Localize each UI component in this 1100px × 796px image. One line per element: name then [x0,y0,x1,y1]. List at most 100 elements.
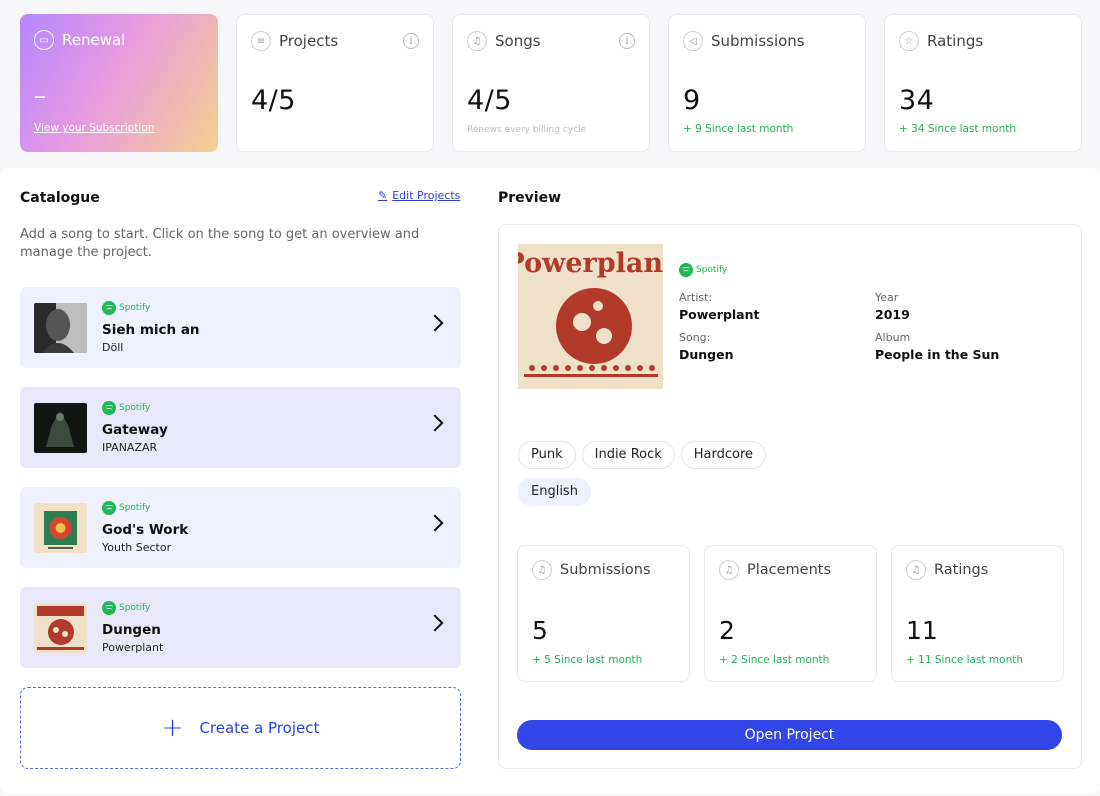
songs-value: 4/5 [467,85,512,116]
renewal-card[interactable]: ▭ Renewal – View your Subscription [20,14,218,152]
spotify-icon [102,401,116,415]
document-icon: ≡ [251,31,271,51]
ratings-label: Ratings [927,32,984,50]
preview-panel: Powerplant Spotify Artist: Powerplant So… [498,224,1082,769]
song-title: God's Work [102,522,189,538]
song-title: Sieh mich an [102,322,200,338]
song-title: Dungen [102,622,161,638]
artist-value: Powerplant [679,307,760,322]
star-icon: ☆ [899,31,919,51]
song-item-sieh-mich-an[interactable]: Spotify Sieh mich an Döll [20,287,461,368]
song-placements-card: ♫ Placements 2 + 2 Since last month [704,545,877,682]
spotify-badge: Spotify [102,401,150,415]
album-cover [34,303,87,353]
year-value: 2019 [875,307,910,322]
song-item-gods-work[interactable]: Spotify God's Work Youth Sector [20,487,461,568]
main-panel: Catalogue ✎ Edit Projects Add a song to … [0,168,1100,794]
stat-label: Placements [747,562,832,578]
info-icon[interactable]: i [403,33,419,49]
artist-label: Artist: [679,291,713,304]
plus-icon: + [161,713,184,743]
stat-change: + 11 Since last month [906,654,1023,666]
pencil-icon: ✎ [378,189,388,202]
genre-tags: Punk Indie Rock Hardcore English [518,441,818,515]
album-cover-large: Powerplant [518,244,663,389]
language-tag: English [518,478,591,506]
stat-value: 5 [532,616,548,645]
ratings-change: + 34 Since last month [899,123,1016,135]
song-title: Gateway [102,422,168,438]
projects-label: Projects [279,32,339,50]
spotify-badge: Spotify [102,301,150,315]
submissions-value: 9 [683,85,701,116]
song-stats-row: ♫ Submissions 5 + 5 Since last month ♫ P… [517,545,1064,682]
album-cover [34,503,87,553]
chevron-right-icon [426,314,444,332]
submissions-label: Submissions [711,32,805,50]
info-icon[interactable]: i [619,33,635,49]
song-submissions-card: ♫ Submissions 5 + 5 Since last month [517,545,690,682]
song-artist: Döll [102,341,124,354]
catalogue-description: Add a song to start. Click on the song t… [20,227,420,260]
songs-label: Songs [495,32,541,50]
music-note-icon: ♫ [906,560,926,580]
chevron-right-icon [426,614,444,632]
song-value: Dungen [679,347,734,362]
renewal-value: – [34,82,47,110]
projects-card: ≡ Projects i 4/5 [236,14,434,152]
chevron-right-icon [426,414,444,432]
stat-change: + 5 Since last month [532,654,643,666]
stat-value: 2 [719,616,735,645]
music-note-icon: ♫ [467,31,487,51]
genre-tag: Hardcore [680,441,767,469]
spotify-badge: Spotify [102,501,150,515]
spotify-badge: Spotify [679,263,727,277]
year-label: Year [875,291,899,304]
spotify-badge: Spotify [102,601,150,615]
song-ratings-card: ♫ Ratings 11 + 11 Since last month [891,545,1064,682]
music-note-icon: ♫ [719,560,739,580]
ratings-value: 34 [899,85,935,116]
submissions-card: ◁ Submissions 9 + 9 Since last month [668,14,866,152]
song-artist: Powerplant [102,641,164,654]
album-cover [34,403,87,453]
create-project-label: Create a Project [199,719,320,737]
create-project-button[interactable]: + Create a Project [20,687,461,769]
send-icon: ◁ [683,31,703,51]
calendar-icon: ▭ [34,30,54,50]
spotify-icon [102,501,116,515]
music-note-icon: ♫ [532,560,552,580]
songs-renew-note: Renews every billing cycle [467,125,587,135]
renewal-label: Renewal [62,31,126,49]
spotify-icon [679,263,693,277]
song-item-dungen[interactable]: Spotify Dungen Powerplant [20,587,461,668]
genre-tag: Indie Rock [581,441,675,469]
song-artist: IPANAZAR [102,441,158,454]
projects-value: 4/5 [251,85,296,116]
view-subscription-link[interactable]: View your Subscription [34,122,154,134]
song-label: Song: [679,331,711,344]
submissions-change: + 9 Since last month [683,123,794,135]
edit-projects-label: Edit Projects [392,189,461,202]
spotify-icon [102,601,116,615]
album-cover [34,603,87,653]
chevron-right-icon [426,514,444,532]
genre-tag: Punk [518,441,576,469]
stat-label: Submissions [560,562,651,578]
song-artist: Youth Sector [102,541,172,554]
cover-title: Powerplant [518,248,663,279]
catalogue-title: Catalogue [20,190,100,206]
edit-projects-link[interactable]: ✎ Edit Projects [378,189,460,202]
stat-change: + 2 Since last month [719,654,830,666]
stats-row: ▭ Renewal – View your Subscription ≡ Pro… [20,14,1082,152]
stat-label: Ratings [934,562,989,578]
song-item-gateway[interactable]: Spotify Gateway IPANAZAR [20,387,461,468]
album-value: People in the Sun [875,347,1000,362]
spotify-icon [102,301,116,315]
album-label: Album [875,331,911,344]
songs-card: ♫ Songs i 4/5 Renews every billing cycle [452,14,650,152]
preview-title: Preview [498,190,562,206]
stat-value: 11 [906,616,938,645]
open-project-button[interactable]: Open Project [517,720,1062,750]
ratings-card: ☆ Ratings 34 + 34 Since last month [884,14,1082,152]
